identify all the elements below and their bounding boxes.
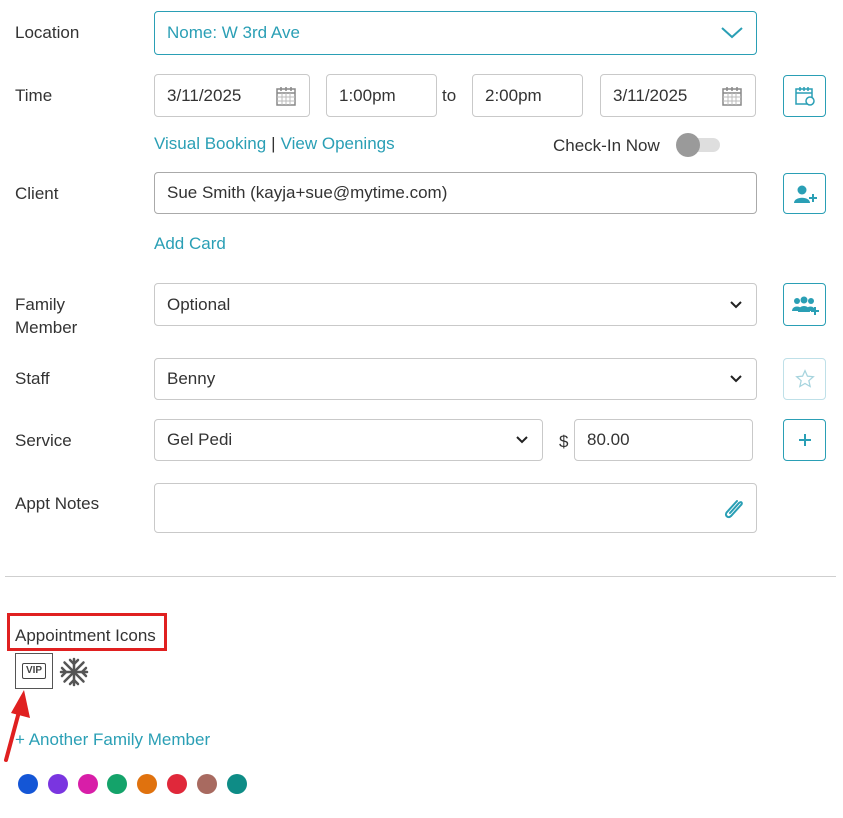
client-value: Sue Smith (kayja+sue@mytime.com) [167,183,448,202]
add-user-icon [793,185,817,203]
vip-icon-button[interactable]: VIP [15,653,53,689]
color-swatch-8[interactable] [226,774,247,794]
vip-icon: VIP [22,663,46,679]
link-separator: | [271,134,276,153]
visual-booking-link[interactable]: Visual Booking [154,134,266,154]
view-openings-link[interactable]: View Openings [281,134,395,154]
calendar-icon [722,86,742,106]
favorite-staff-button[interactable] [783,358,826,400]
end-time-input[interactable]: 2:00pm [472,74,583,117]
color-swatch-5[interactable] [137,774,158,794]
red-arrow-annotation [4,690,30,762]
service-value: Gel Pedi [167,430,233,449]
color-swatch-6[interactable] [166,774,187,794]
star-icon [794,369,815,388]
location-select[interactable]: Nome: W 3rd Ave [154,11,757,55]
calendar-repeat-icon [794,87,815,106]
chevron-down-icon [730,300,742,308]
staff-select[interactable]: Benny [154,358,757,400]
color-swatch-3[interactable] [77,774,98,794]
family-member-label-line1: Family [15,295,66,314]
start-time-input[interactable]: 1:00pm [326,74,437,117]
client-label: Client [15,184,59,203]
add-family-button[interactable] [783,283,826,326]
chevron-down-icon [730,375,742,383]
check-in-label: Check-In Now [553,136,660,155]
chevron-down-icon [721,27,743,39]
start-date-value: 3/11/2025 [167,85,242,105]
chevron-down-icon [516,436,528,444]
add-group-icon [791,296,819,315]
time-label: Time [15,86,53,105]
toggle-knob [676,133,700,157]
add-another-family-member-link[interactable]: + Another Family Member [15,730,210,750]
family-member-value: Optional [167,294,231,314]
calendar-icon [276,86,296,106]
section-divider [5,576,836,577]
location-value: Nome: W 3rd Ave [167,23,300,42]
color-swatch-1[interactable] [18,774,38,794]
add-card-link[interactable]: Add Card [154,234,226,254]
end-date-value: 3/11/2025 [613,85,688,105]
family-member-label-line2: Member [15,318,78,337]
staff-label: Staff [15,369,50,388]
plus-icon [798,434,811,446]
currency-symbol: $ [559,432,569,451]
price-value: 80.00 [587,430,630,449]
to-label: to [442,86,457,105]
staff-value: Benny [167,369,216,388]
family-member-label: Family Member [15,293,77,339]
snowflake-icon[interactable] [59,657,89,687]
start-time-value: 1:00pm [339,85,396,105]
service-label: Service [15,431,72,450]
appointment-icons-title: Appointment Icons [15,626,156,645]
booking-links: Visual Booking | View Openings [154,134,395,154]
color-swatch-4[interactable] [107,774,128,794]
color-swatches [18,774,247,794]
notes-textarea[interactable] [154,483,757,533]
color-swatch-2[interactable] [47,774,68,794]
location-label: Location [15,23,80,42]
add-client-button[interactable] [783,173,826,214]
end-date-input[interactable]: 3/11/2025 [600,74,756,117]
color-swatch-7[interactable] [196,774,217,794]
notes-label: Appt Notes [15,494,100,513]
check-in-toggle[interactable] [676,132,722,158]
recurring-calendar-button[interactable] [783,75,826,117]
start-date-input[interactable]: 3/11/2025 [154,74,310,117]
price-input[interactable]: 80.00 [574,419,753,461]
end-time-value: 2:00pm [485,85,542,105]
add-service-button[interactable] [783,419,826,461]
service-select[interactable]: Gel Pedi [154,419,543,461]
paperclip-icon[interactable] [722,495,746,521]
family-member-select[interactable]: Optional [154,283,757,326]
client-input[interactable]: Sue Smith (kayja+sue@mytime.com) [154,172,757,214]
